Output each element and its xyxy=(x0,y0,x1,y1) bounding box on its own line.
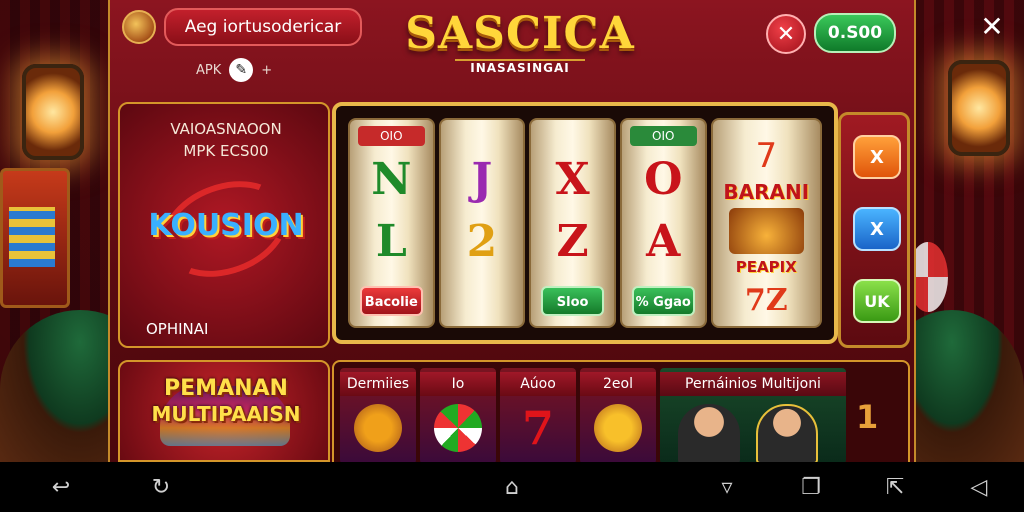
apk-label: APK xyxy=(196,62,222,78)
reel-symbol: N xyxy=(371,154,412,205)
keyboard-hide-icon[interactable]: ◁ xyxy=(964,474,994,500)
character-icon xyxy=(354,404,402,452)
back-icon[interactable]: ↩ xyxy=(46,474,76,500)
character-icon xyxy=(594,404,642,452)
games-row: Dermiies Io Aúoo 7 2eol Pernáinios Multi… xyxy=(332,360,910,464)
ok-button[interactable]: UK xyxy=(853,279,901,323)
game-label: Aúoo xyxy=(500,372,576,396)
treasure-icon xyxy=(728,208,804,254)
reel-4: OIO O A % Ggao xyxy=(619,118,707,328)
game-tile[interactable]: 2eol xyxy=(580,368,656,464)
more-games-indicator: 1 xyxy=(856,398,879,436)
cast-icon[interactable]: ▿ xyxy=(712,474,742,500)
reel-symbol: Z xyxy=(556,216,589,267)
player-avatar xyxy=(756,404,818,464)
reel-symbol: L xyxy=(375,216,407,267)
brush-icon[interactable]: ✎ xyxy=(229,58,254,82)
game-tile[interactable]: Dermiies xyxy=(340,368,416,464)
game-logo: SASCICA INASASINGAI xyxy=(390,8,650,75)
exit-icon[interactable]: ✕ xyxy=(976,10,1008,43)
header-title-pill[interactable]: Aeg iortusodericar xyxy=(164,8,362,46)
profile-header: Aeg iortusodericar xyxy=(122,8,362,46)
promo-line1: VAIOASNAOON xyxy=(170,120,282,138)
reel-symbol: O xyxy=(644,154,683,205)
recents-icon[interactable]: ❐ xyxy=(796,474,826,500)
game-label: 2eol xyxy=(580,372,656,396)
apk-row: APK ✎ + xyxy=(196,58,272,82)
control-column: X X UK xyxy=(838,112,910,348)
game-label: Dermiies xyxy=(340,372,416,396)
promo-bottom-text: OPHINAI xyxy=(146,320,209,338)
promo-line2: MPK ECS00 xyxy=(183,142,269,160)
game-label: Pernáinios Multijoni xyxy=(660,372,846,396)
reel-symbol: A xyxy=(646,216,681,267)
reel-tag: OIO xyxy=(358,126,425,146)
reel-tag: OIO xyxy=(629,126,697,146)
reel-symbol: 2 xyxy=(466,216,498,267)
balance-badge[interactable]: 0.S00 xyxy=(814,13,896,53)
bonus-sub-label: PEAPIX xyxy=(735,258,797,276)
seven-icon: 7 xyxy=(521,401,554,455)
promo-logo: KOUSION xyxy=(148,208,304,243)
reel-symbol: J xyxy=(471,154,493,205)
android-nav-bar: ↩ ↻ ⌂ ▿ ❐ ⇱ ◁ xyxy=(0,462,1024,512)
bonus-top-symbol: 7 xyxy=(755,136,778,176)
plus-icon[interactable]: + xyxy=(261,63,272,78)
multiplayer-banner[interactable]: PEMANAN MULTIPAAISN xyxy=(118,360,330,462)
roulette-wheel-icon xyxy=(434,404,482,452)
avatar[interactable] xyxy=(122,10,156,44)
reels: OIO N L Bacolie J 2 X Z Sloo OIO O A % G… xyxy=(348,118,822,328)
close-button[interactable]: ✕ xyxy=(766,14,806,54)
game-tile[interactable]: Aúoo 7 xyxy=(500,368,576,464)
right-lamp-icon xyxy=(948,60,1010,156)
rotate-icon[interactable]: ↻ xyxy=(146,474,176,500)
reel-button[interactable]: Sloo xyxy=(541,286,604,316)
slot-machine: OIO N L Bacolie J 2 X Z Sloo OIO O A % G… xyxy=(332,102,838,344)
game-panel: Aeg iortusodericar APK ✎ + SASCICA INASA… xyxy=(108,0,916,464)
expand-icon[interactable]: ⇱ xyxy=(880,474,910,500)
reel-button[interactable]: Bacolie xyxy=(360,286,423,316)
bonus-label: BARANI xyxy=(723,180,810,204)
reel-1: OIO N L Bacolie xyxy=(348,118,435,328)
multiplayer-line1: PEMANAN xyxy=(164,376,288,401)
logo-subtitle: INASASINGAI xyxy=(455,59,585,75)
home-icon[interactable]: ⌂ xyxy=(497,474,527,500)
game-tile-wide[interactable]: Pernáinios Multijoni xyxy=(660,368,846,464)
blue-x-button[interactable]: X xyxy=(853,207,901,251)
logo-title: SASCICA xyxy=(405,8,635,59)
left-lamp-icon xyxy=(22,64,84,160)
player-avatar xyxy=(678,404,740,464)
reel-2: J 2 xyxy=(438,118,526,328)
reel-button[interactable]: % Ggao xyxy=(631,286,695,316)
multiplayer-line2: MULTIPAAISN xyxy=(151,402,301,426)
reel-3: X Z Sloo xyxy=(529,118,616,328)
side-slot-machine xyxy=(0,168,70,308)
game-label: Io xyxy=(420,372,496,396)
reel-symbol: X xyxy=(555,154,590,205)
bonus-bottom-symbol: 7Z xyxy=(744,283,788,318)
game-tile[interactable]: Io xyxy=(420,368,496,464)
orange-x-button[interactable]: X xyxy=(853,135,901,179)
bonus-reel: 7 BARANI PEAPIX 7Z xyxy=(710,118,822,328)
promo-card[interactable]: VAIOASNAOON MPK ECS00 KOUSION OPHINAI xyxy=(118,102,330,348)
